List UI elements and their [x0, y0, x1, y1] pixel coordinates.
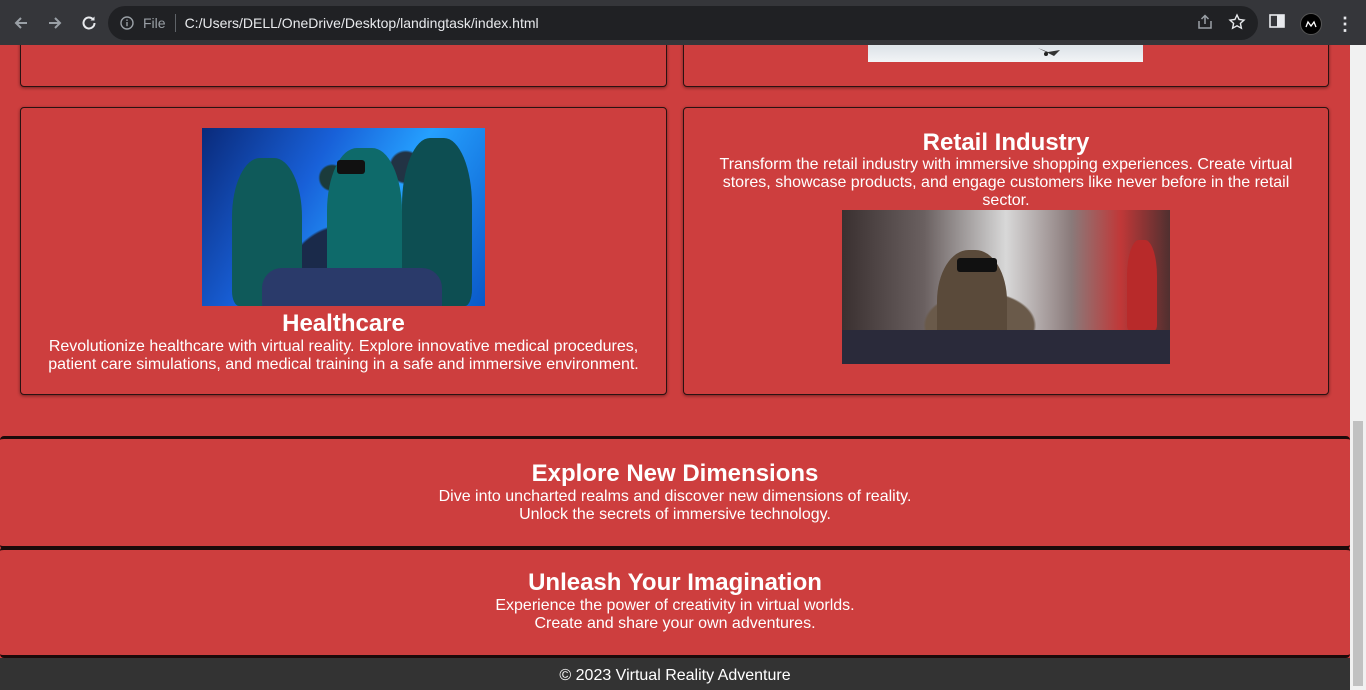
share-icon[interactable] [1196, 13, 1214, 34]
explore-line-2: Unlock the secrets of immersive technolo… [519, 506, 831, 523]
retail-card: Retail Industry Transform the retail ind… [683, 107, 1329, 395]
previous-card-right [683, 45, 1329, 87]
address-bar[interactable]: File C:/Users/DELL/OneDrive/Desktop/land… [108, 6, 1258, 40]
bookmark-star-icon[interactable] [1228, 13, 1246, 34]
scheme-label: File [143, 15, 166, 31]
explore-title: Explore New Dimensions [531, 460, 819, 487]
healthcare-description: Revolutionize healthcare with virtual re… [48, 338, 639, 373]
footer: © 2023 Virtual Reality Adventure [0, 658, 1350, 690]
page-viewport: Healthcare Revolutionize healthcare with… [0, 45, 1350, 690]
explore-section: Explore New Dimensions Dive into unchart… [0, 436, 1350, 549]
healthcare-title: Healthcare [282, 310, 405, 337]
divider [174, 14, 176, 32]
browser-toolbar: File C:/Users/DELL/OneDrive/Desktop/land… [0, 0, 1366, 45]
retail-image [842, 210, 1170, 364]
previous-card-image [868, 45, 1143, 62]
forward-arrow-icon[interactable] [39, 7, 71, 39]
unleash-section: Unleash Your Imagination Experience the … [0, 547, 1350, 658]
retail-title: Retail Industry [922, 129, 1090, 156]
back-arrow-icon[interactable] [5, 7, 37, 39]
retail-description: Transform the retail industry with immer… [719, 156, 1293, 209]
unleash-line-2: Create and share your own adventures. [534, 615, 816, 632]
url-text[interactable]: C:/Users/DELL/OneDrive/Desktop/landingta… [185, 15, 539, 31]
previous-card-left [20, 45, 667, 87]
healthcare-image [202, 128, 485, 306]
page-scrollbar[interactable] [1350, 45, 1366, 690]
scrollbar-thumb[interactable] [1353, 421, 1363, 686]
reload-icon[interactable] [73, 7, 105, 39]
more-menu-icon[interactable]: ⋮ [1336, 15, 1354, 33]
explore-line-1: Dive into uncharted realms and discover … [438, 488, 912, 505]
footer-copyright: © 2023 Virtual Reality Adventure [559, 667, 791, 684]
unleash-title: Unleash Your Imagination [528, 569, 822, 596]
info-icon[interactable] [120, 16, 134, 30]
profile-avatar[interactable] [1300, 12, 1322, 35]
healthcare-card: Healthcare Revolutionize healthcare with… [20, 107, 667, 395]
side-panel-icon[interactable] [1268, 12, 1286, 35]
unleash-line-1: Experience the power of creativity in vi… [495, 597, 855, 614]
